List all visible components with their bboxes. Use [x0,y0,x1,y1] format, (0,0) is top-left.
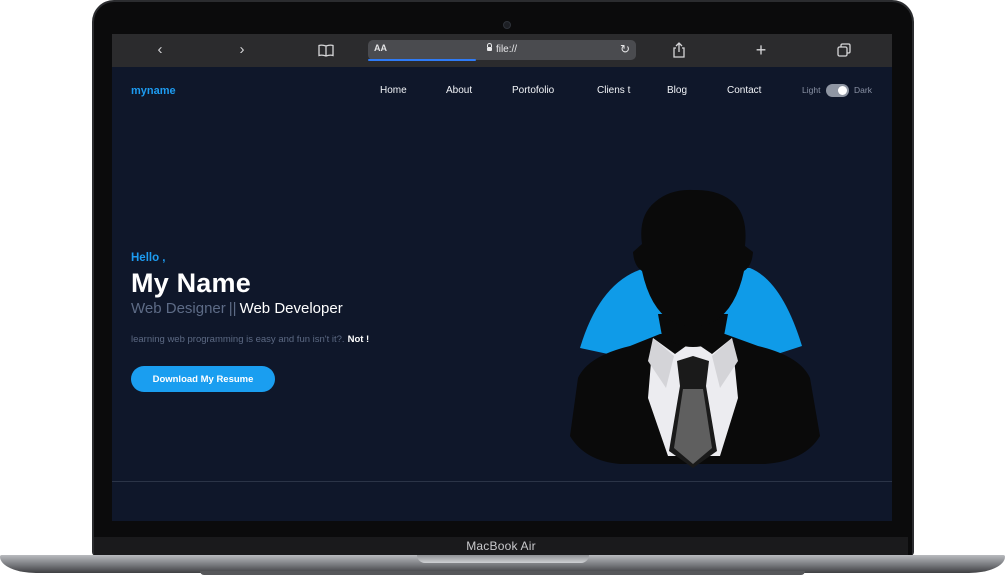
tagline-text: learning web programming is easy and fun… [131,334,345,345]
share-button[interactable] [668,40,690,60]
theme-toggle[interactable] [826,84,849,97]
nav-contact[interactable]: Contact [727,85,761,96]
web-page: myname Home About Portofolio Cliens t Bl… [112,67,892,521]
hero-roles: Web Designer || Web Developer [131,300,343,317]
share-icon [673,42,685,58]
laptop-notch [417,555,589,563]
person-silhouette-icon [570,189,820,468]
role-primary: Web Designer [131,300,226,317]
tabs-overview-button[interactable] [833,40,855,60]
browser-window: ‹ › AA file:// ↻ + myname Home About Por… [112,34,892,521]
toggle-knob [838,86,847,95]
device-label: MacBook Air [466,539,536,553]
nav-blog[interactable]: Blog [667,85,687,96]
tabs-icon [837,43,851,57]
url-display[interactable]: file:// [368,43,636,55]
laptop-chin: MacBook Air [94,537,908,557]
camera-icon [503,21,511,29]
url-text: file:// [495,44,518,55]
bookmarks-button[interactable] [315,40,337,60]
nav-about[interactable]: About [446,85,472,96]
laptop-foot [200,571,805,575]
site-logo[interactable]: myname [131,85,176,97]
theme-dark-label: Dark [854,85,872,95]
hero-tagline: learning web programming is easy and fun… [131,334,369,345]
role-separator: || [228,300,237,317]
nav-portfolio[interactable]: Portofolio [512,85,554,96]
hero-greeting: Hello , [131,252,166,264]
theme-light-label: Light [802,85,821,95]
new-tab-button[interactable]: + [750,40,772,60]
tagline-emphasis: Not ! [347,334,370,345]
role-secondary: Web Developer [239,300,343,317]
forward-button[interactable]: › [231,40,253,60]
theme-switcher: Light Dark [802,84,892,98]
browser-toolbar: ‹ › AA file:// ↻ + [112,34,892,68]
lock-icon [486,43,492,51]
back-button[interactable]: ‹ [149,40,171,60]
address-bar[interactable]: AA file:// ↻ [368,40,636,61]
loading-progress [368,59,476,61]
reload-icon[interactable]: ↻ [620,42,630,56]
hero-name: My Name [131,268,251,298]
nav-clients[interactable]: Cliens t [597,85,630,96]
download-resume-button[interactable]: Download My Resume [131,366,275,392]
book-icon [318,44,334,57]
section-divider [112,481,892,482]
nav-home[interactable]: Home [380,85,407,96]
